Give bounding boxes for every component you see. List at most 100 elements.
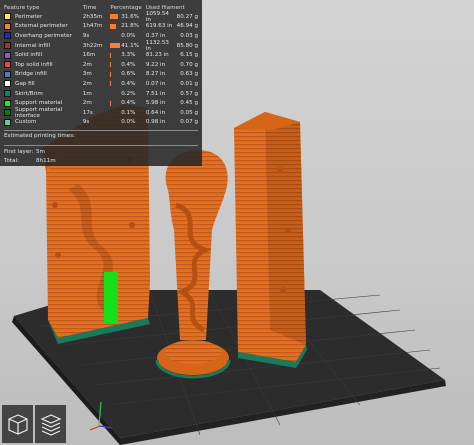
color-swatch	[4, 51, 11, 59]
color-swatch	[4, 99, 11, 107]
feature-weight: 0.03 g	[180, 32, 199, 39]
feature-weight: 0.07 g	[180, 119, 199, 126]
feature-time: 2m	[82, 80, 92, 87]
percentage-bar-track	[110, 81, 121, 87]
percentage-bar-track	[110, 14, 121, 20]
legend-row: Top solid infill 2m 0.4% 9.22 in 0.70 g	[4, 60, 198, 70]
percentage-bar	[110, 52, 112, 58]
feature-length: 7.51 in	[145, 90, 166, 97]
feature-time: 2h35m	[82, 13, 103, 20]
right-mold-model	[234, 112, 307, 368]
feature-percentage: 0.4%	[121, 80, 136, 87]
feature-length: 619.63 in	[145, 23, 173, 30]
color-swatch	[4, 22, 11, 30]
estimated-times-title: Estimated printing times:	[4, 133, 76, 140]
color-swatch	[4, 42, 11, 50]
feature-time: 3m	[82, 71, 92, 78]
feature-percentage: 0.2%	[121, 90, 136, 97]
color-swatch	[4, 32, 11, 40]
legend-rows: Perimeter 2h35m 31.6% 1059.54 in 80.27 g Exte…	[4, 10, 199, 128]
feature-name: Gap fill	[15, 80, 35, 87]
legend-row: Custom 9s 0.0% 0.98 in 0.07 g	[4, 118, 198, 128]
header-percentage: Percentage	[110, 4, 142, 11]
legend-name: Skirt/Brim	[4, 90, 83, 98]
feature-name: Skirt/Brim	[15, 90, 43, 97]
view-cube-button[interactable]	[2, 405, 33, 443]
first-layer-row: First layer: 5m	[4, 148, 198, 157]
header-feature-type: Feature type	[4, 4, 40, 11]
support-material	[104, 272, 118, 324]
feature-percentage: 0.4%	[121, 100, 136, 107]
legend-name: Perimeter	[4, 13, 83, 21]
percentage-bar-track	[110, 71, 121, 77]
legend-row: External perimeter 1h47m 21.8% 619.63 in 46.…	[4, 22, 198, 32]
feature-length: 9.22 in	[145, 61, 166, 68]
feature-name: Overhang perimeter	[15, 32, 72, 39]
header-used-filament: Used filament	[145, 4, 185, 11]
feature-time: 9s	[82, 32, 90, 39]
first-layer-label: First layer:	[4, 149, 34, 156]
color-swatch	[4, 109, 11, 117]
color-swatch	[4, 61, 11, 69]
percentage-bar-track	[110, 91, 121, 97]
legend-row: Gap fill 2m 0.4% 0.07 in 0.01 g	[4, 79, 198, 89]
feature-time: 9s	[82, 119, 90, 126]
feature-weight: 80.27 g	[176, 13, 199, 20]
feature-length: 1059.54 in	[145, 10, 169, 23]
feature-percentage: 21.8%	[121, 23, 139, 30]
percentage-bar-track	[110, 120, 121, 125]
feature-weight: 0.63 g	[180, 71, 199, 78]
legend-row: Bridge infill 3m 0.6% 8.27 in 0.63 g	[4, 70, 198, 80]
legend-name: Overhang perimeter	[4, 32, 83, 40]
header-time: Time	[82, 4, 97, 11]
percentage-bar-track	[110, 110, 121, 116]
feature-length: 1132.53 in	[145, 39, 169, 52]
percentage-bar-track	[110, 23, 121, 29]
legend-name: Support material interface	[4, 107, 83, 119]
percentage-bar-track	[110, 52, 121, 58]
view-toolbar	[2, 405, 66, 443]
percentage-bar	[110, 23, 116, 29]
feature-name: Support material interface	[15, 106, 63, 119]
color-swatch	[4, 80, 11, 88]
feature-weight: 6.15 g	[180, 52, 199, 59]
feature-length: 0.98 in	[145, 119, 166, 126]
feature-name: Solid infill	[15, 52, 43, 59]
feature-percentage: 0.4%	[121, 61, 136, 68]
color-swatch	[4, 90, 11, 98]
feature-time: 2m	[82, 100, 92, 107]
legend-row: Internal infill 3h22m 41.1% 1132.53 in 85.80…	[4, 39, 198, 52]
legend-divider	[4, 145, 198, 147]
color-swatch	[4, 118, 11, 126]
feature-length: 81.23 in	[145, 52, 169, 59]
feature-time: 16m	[82, 52, 96, 59]
total-row: Total: 8h11m	[4, 157, 198, 166]
layers-view-button[interactable]	[35, 405, 66, 443]
percentage-bar	[110, 14, 119, 20]
percentage-bar-track	[110, 62, 121, 68]
feature-percentage: 41.1%	[121, 42, 139, 49]
total-label: Total:	[4, 157, 19, 164]
feature-time: 17s	[82, 109, 93, 116]
feature-percentage: 0.0%	[121, 119, 136, 126]
legend-name: External perimeter	[4, 22, 83, 30]
feature-weight: 0.57 g	[180, 90, 199, 97]
legend-row: Skirt/Brim 1m 0.2% 7.51 in 0.57 g	[4, 89, 198, 99]
feature-weight: 0.70 g	[180, 61, 199, 68]
legend-name: Solid infill	[4, 51, 83, 59]
legend-name: Support material	[4, 99, 83, 107]
feature-weight: 0.45 g	[180, 100, 199, 107]
legend-row: Perimeter 2h35m 31.6% 1059.54 in 80.27 g	[4, 10, 199, 23]
legend-divider	[4, 130, 198, 132]
total-value: 8h11m	[36, 157, 56, 164]
layers-icon	[40, 414, 61, 436]
feature-length: 0.37 in	[145, 32, 166, 39]
feature-weight: 0.01 g	[180, 80, 199, 87]
legend-name: Gap fill	[4, 80, 83, 88]
feature-time: 3h22m	[82, 42, 103, 49]
feature-time: 1m	[82, 90, 92, 97]
percentage-bar	[110, 43, 121, 49]
first-layer-value: 5m	[36, 149, 46, 156]
feature-time: 2m	[82, 61, 92, 68]
feature-length: 0.07 in	[145, 80, 166, 87]
